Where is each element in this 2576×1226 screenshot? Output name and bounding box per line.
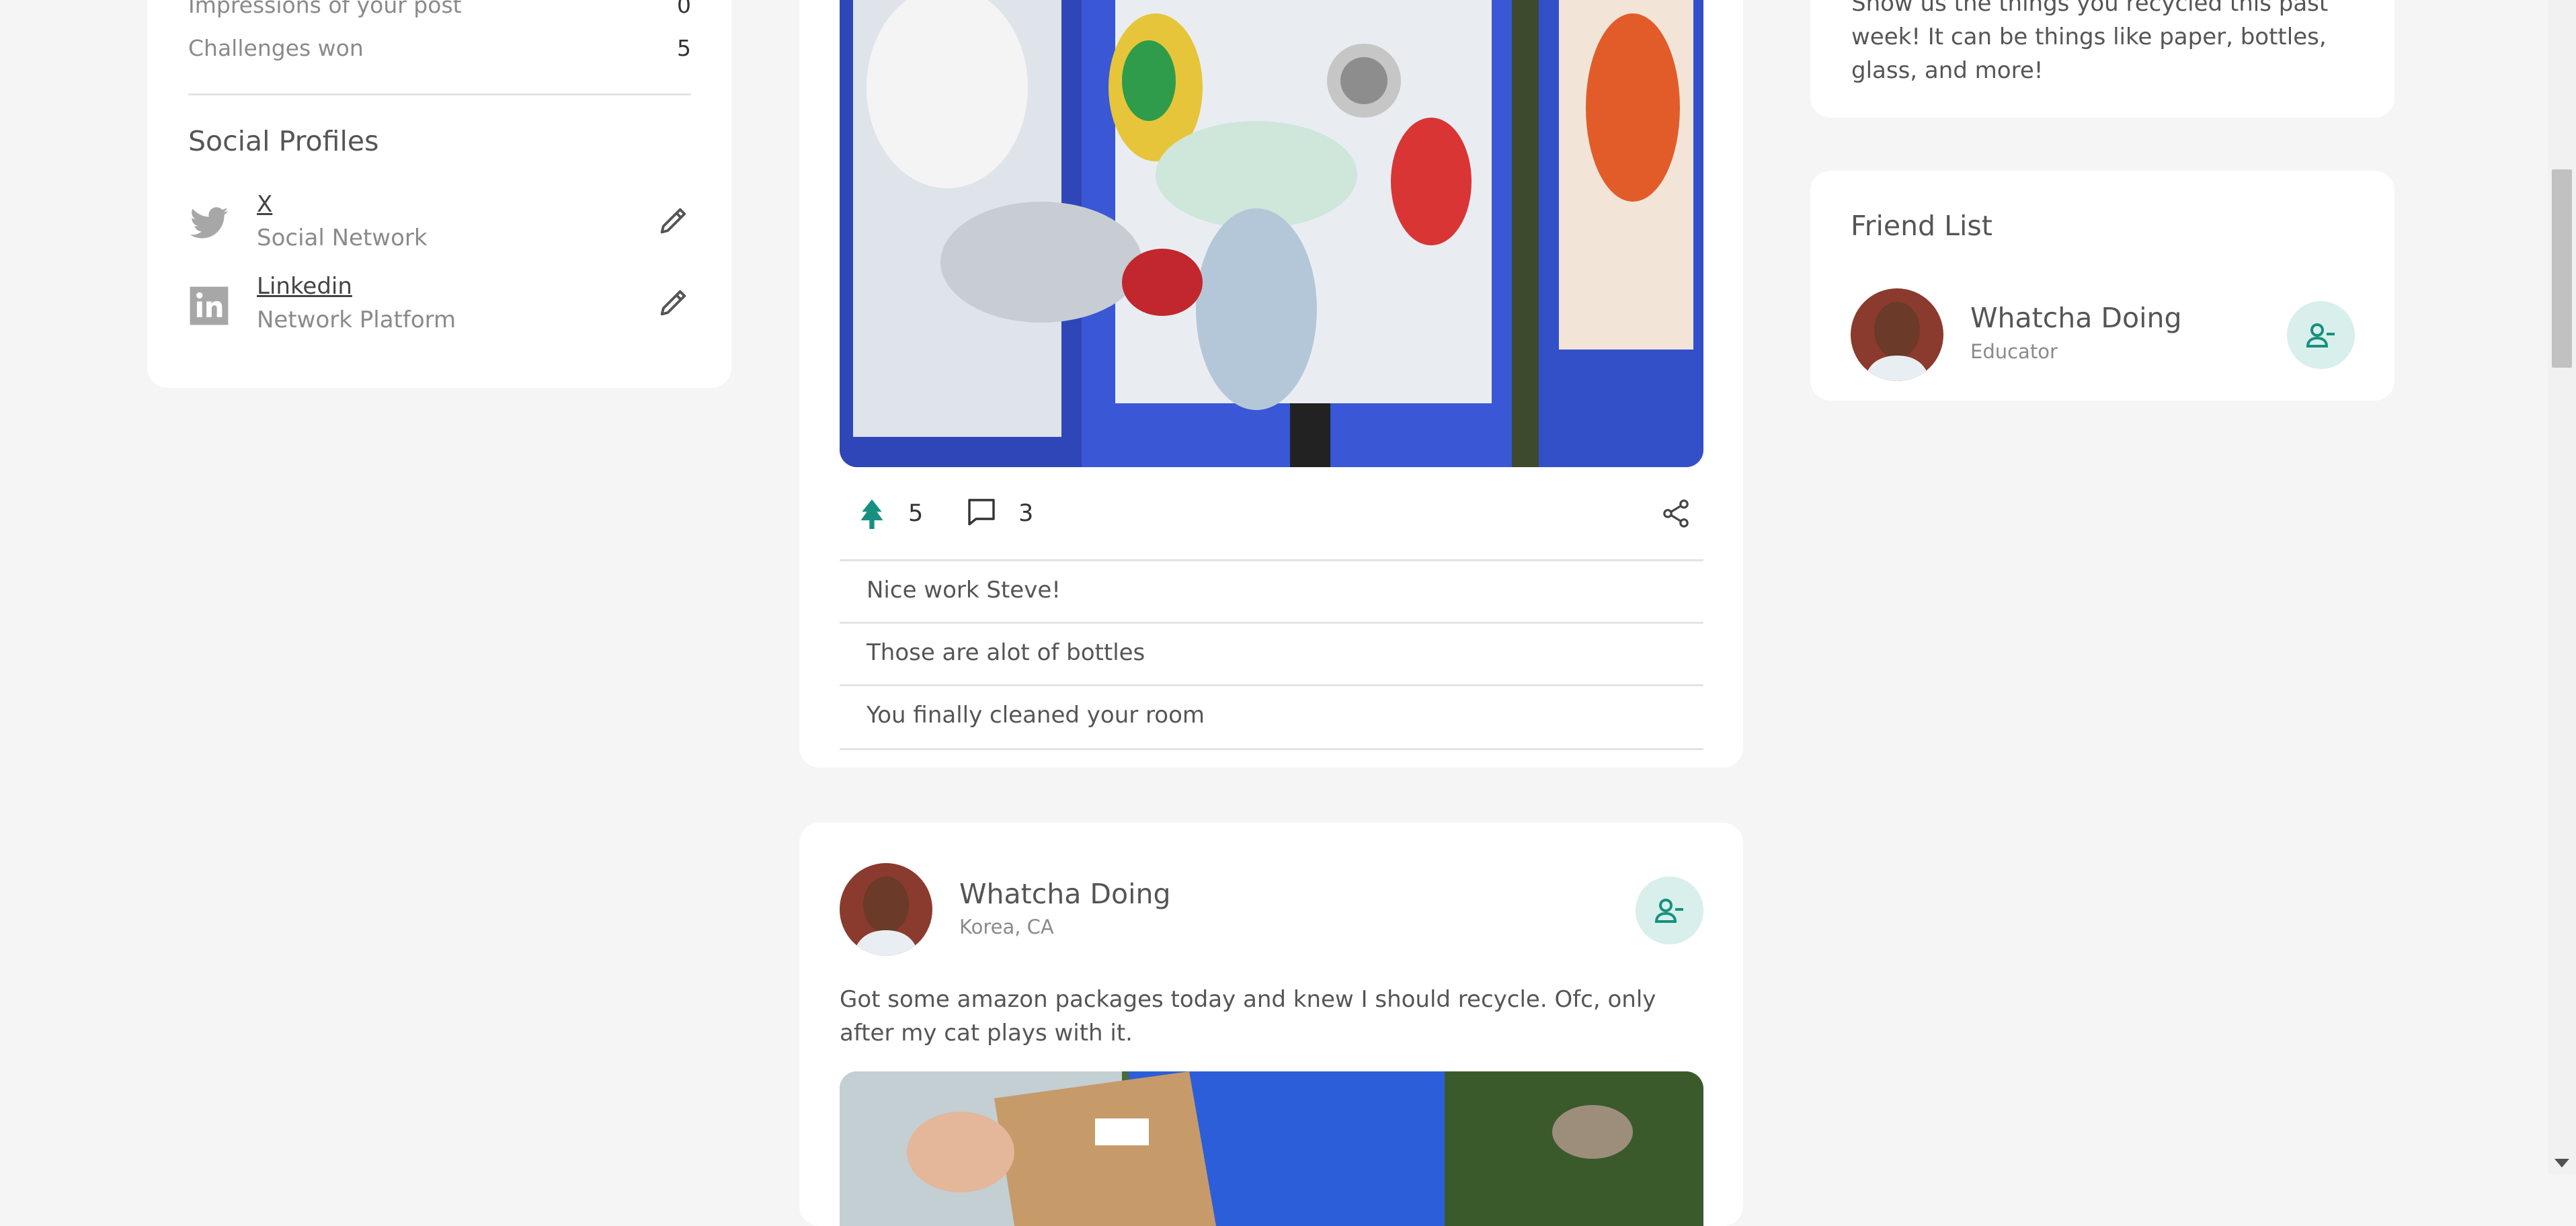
share-icon[interactable]: [1660, 497, 1692, 530]
comment-text: Nice work Steve!: [867, 577, 1061, 604]
friend-list-title: Friend List: [1851, 210, 1993, 242]
person-minus-icon: [2306, 323, 2335, 348]
post-card: 5 3 Nice work Steve! Those are alot of b…: [799, 0, 1743, 768]
comment-count: 3: [1018, 500, 1034, 527]
stat-impressions-value: 0: [677, 0, 691, 18]
remove-friend-button[interactable]: [2287, 301, 2355, 369]
social-profile-x: X Social Network: [188, 191, 691, 258]
scrollbar-thumb[interactable]: [2552, 169, 2572, 368]
comment-text: You finally cleaned your room: [867, 702, 1205, 729]
like-count: 5: [908, 500, 924, 527]
comment-text: Those are alot of bottles: [867, 639, 1145, 666]
person-minus-icon: [1654, 899, 1683, 923]
post-author-name[interactable]: Whatcha Doing: [959, 878, 1170, 910]
post-action-bar: 5 3: [840, 467, 1703, 561]
profile-stats-card: Impressions of your post 0 Challenges wo…: [147, 0, 731, 388]
divider: [188, 93, 691, 95]
social-profile-linkedin: Linkedin Network Platform: [188, 273, 691, 340]
stat-impressions: Impressions of your post 0: [188, 0, 691, 18]
social-profile-subtitle: Network Platform: [257, 306, 456, 333]
comment-item: Nice work Steve!: [840, 559, 1703, 623]
stat-challenges-label: Challenges won: [188, 35, 364, 61]
avatar[interactable]: [1851, 288, 1943, 381]
tree-like-icon[interactable]: [857, 498, 887, 530]
social-profile-link-x[interactable]: X: [257, 191, 272, 218]
friend-role: Educator: [1970, 340, 2058, 363]
stat-challenges-value: 5: [677, 35, 691, 61]
post-author-location: Korea, CA: [959, 915, 1054, 938]
post-card: Whatcha Doing Korea, CA Got some amazon …: [799, 823, 1743, 1226]
stat-impressions-label: Impressions of your post: [188, 0, 462, 18]
social-profile-link-linkedin[interactable]: Linkedin: [257, 273, 352, 300]
avatar[interactable]: [840, 863, 932, 956]
remove-friend-button[interactable]: [1636, 876, 1703, 944]
social-profiles-title: Social Profiles: [188, 125, 379, 157]
stat-challenges-won: Challenges won 5: [188, 35, 691, 61]
comment-icon[interactable]: [965, 496, 998, 528]
linkedin-icon: [190, 286, 229, 325]
scroll-down-arrow-icon[interactable]: [2554, 1159, 2569, 1168]
friend-name[interactable]: Whatcha Doing: [1970, 302, 2181, 334]
post-image-packages: [840, 1071, 1703, 1226]
comment-item: You finally cleaned your room: [840, 684, 1703, 750]
friend-list-card: Friend List Whatcha Doing Educator: [1810, 171, 2394, 401]
post-image-recycling-bins: [840, 0, 1703, 467]
edit-icon[interactable]: [656, 203, 691, 238]
challenge-prompt-text: Show us the things you recycled this pas…: [1851, 0, 2329, 84]
challenge-prompt-card: Show us the things you recycled this pas…: [1810, 0, 2394, 118]
social-profile-subtitle: Social Network: [257, 224, 428, 251]
edit-icon[interactable]: [656, 285, 691, 320]
twitter-icon: [190, 207, 229, 239]
scrollbar[interactable]: [2548, 0, 2576, 1174]
post-text: Got some amazon packages today and knew …: [840, 986, 1656, 1047]
comment-item: Those are alot of bottles: [840, 622, 1703, 686]
